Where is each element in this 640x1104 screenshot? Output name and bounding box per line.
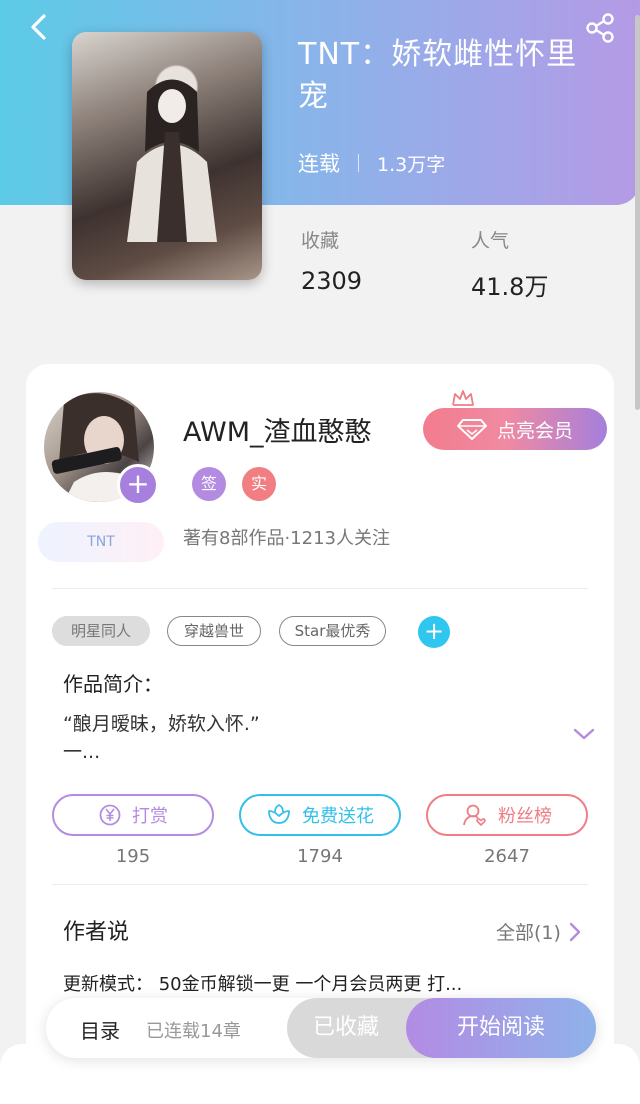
- book-cover-image[interactable]: [72, 32, 262, 280]
- status-divider: [358, 154, 359, 172]
- stat-favorites-value: 2309: [301, 267, 363, 295]
- stat-popularity-value: 41.8万: [471, 273, 549, 301]
- back-chevron-icon[interactable]: [24, 12, 54, 42]
- crown-icon: [452, 390, 474, 406]
- fan-user-icon: [463, 804, 486, 827]
- start-reading-button[interactable]: 开始阅读: [406, 998, 596, 1058]
- chevron-right-icon: [569, 922, 581, 941]
- table-of-contents-button[interactable]: 目录: [80, 1015, 120, 1044]
- genre-tag[interactable]: 明星同人: [52, 616, 150, 646]
- flower-icon: [268, 803, 290, 824]
- genre-tag[interactable]: Star最优秀: [279, 616, 386, 646]
- author-name[interactable]: AWM_渣血憨憨: [183, 410, 372, 449]
- fan-badge: TNT: [38, 522, 164, 562]
- tip-button-label: 打赏: [132, 806, 168, 827]
- fan-ranking-label: 粉丝榜: [498, 806, 552, 827]
- author-says-all-link[interactable]: 全部(1): [496, 918, 581, 945]
- add-tag-button[interactable]: +: [418, 616, 450, 648]
- signed-author-tag: 签: [192, 467, 226, 501]
- vip-button-label: 点亮会员: [496, 419, 573, 442]
- send-flower-label: 免费送花: [302, 806, 374, 827]
- intro-line: “酿月暧昧，娇软入怀.”: [63, 713, 260, 735]
- author-says-heading: 作者说: [63, 920, 130, 945]
- book-title: TNT：娇软雌性怀里宠: [298, 37, 578, 114]
- intro-text[interactable]: “酿月暧昧，娇软入怀.” 一...: [63, 710, 543, 766]
- author-info: 著有8部作品·1213人关注: [183, 528, 390, 549]
- author-says-all-label: 全部(1): [496, 922, 561, 944]
- cover-figure-illustration: [127, 79, 217, 242]
- scrollbar[interactable]: [635, 15, 640, 410]
- stat-popularity: 人气 41.8万: [471, 226, 548, 302]
- word-count: 1.3万字: [377, 153, 446, 176]
- flower-count: 1794: [297, 846, 343, 867]
- tip-count: 195: [115, 846, 151, 867]
- stat-favorites-label: 收藏: [301, 230, 340, 252]
- stat-popularity-label: 人气: [471, 230, 510, 252]
- send-flower-button[interactable]: 免费送花: [239, 794, 401, 836]
- expand-chevron-icon[interactable]: [572, 726, 596, 742]
- author-says-text[interactable]: 更新模式： 50金币解锁一更 一个月会员两更 打...: [63, 970, 462, 996]
- fan-ranking-button[interactable]: 粉丝榜: [426, 794, 588, 836]
- yen-coin-icon: [99, 804, 121, 826]
- stat-favorites: 收藏 2309: [301, 226, 362, 295]
- serial-status: 连载: [298, 152, 340, 176]
- intro-heading: 作品简介：: [63, 672, 163, 696]
- chapter-status: 已连载14章: [146, 1021, 241, 1042]
- verified-author-tag: 实: [242, 467, 276, 501]
- fan-count: 2647: [484, 846, 530, 867]
- divider: [52, 588, 588, 589]
- book-status-row: 连载 1.3万字: [298, 148, 445, 178]
- diamond-icon: [456, 419, 487, 440]
- follow-author-button[interactable]: +: [117, 464, 159, 506]
- genre-tag[interactable]: 穿越兽世: [167, 616, 261, 646]
- tip-button[interactable]: 打赏: [52, 794, 214, 836]
- divider: [52, 884, 588, 885]
- activate-vip-button[interactable]: 点亮会员: [423, 408, 607, 450]
- intro-line: 一...: [63, 741, 101, 763]
